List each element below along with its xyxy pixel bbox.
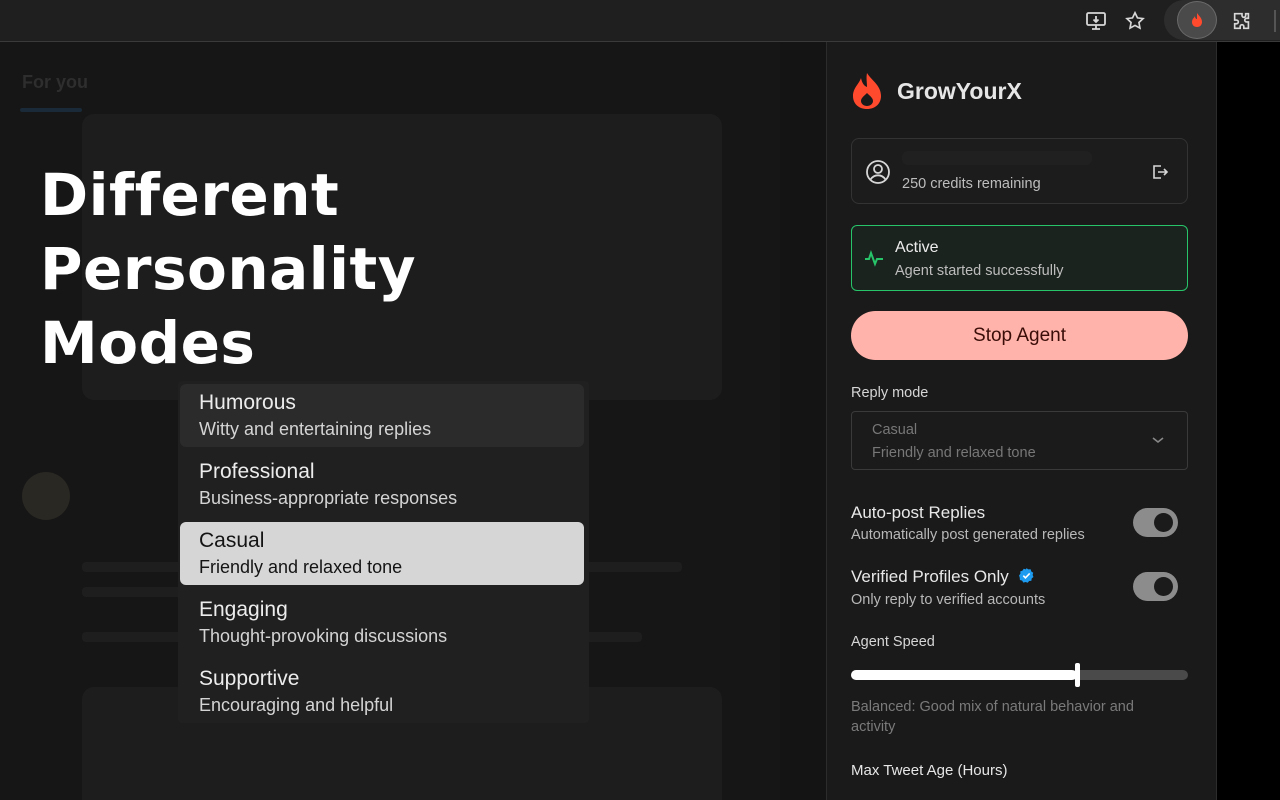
feed-tab-underline [20,108,82,112]
feed-tab-for-you[interactable]: For you [22,72,88,93]
promo-headline-line1: Different Personality [40,161,417,303]
reply-mode-selected-description: Friendly and relaxed tone [872,445,1036,461]
reply-mode-dropdown-menu: Humorous Witty and entertaining replies … [178,381,589,723]
user-avatar-icon [866,160,890,184]
background-right-column [780,42,826,800]
verified-badge-icon [1018,568,1033,583]
reply-mode-select[interactable]: Casual Friendly and relaxed tone [851,411,1188,470]
toolbar-divider [1274,10,1276,32]
feed-avatar [22,472,70,520]
menu-option-title: Humorous [199,391,296,414]
max-tweet-age-label: Max Tweet Age (Hours) [851,762,1008,779]
brand-header: GrowYourX [851,72,1022,110]
promo-headline-line2: Modes [40,309,256,377]
stop-agent-button[interactable]: Stop Agent [851,311,1188,360]
auto-post-description: Automatically post generated replies [851,527,1085,543]
menu-option-description: Thought-provoking discussions [199,626,448,646]
browser-right-edge [1217,42,1280,800]
agent-speed-slider[interactable] [851,663,1188,687]
auto-post-title: Auto-post Replies [851,503,986,522]
menu-option-title: Engaging [199,598,288,621]
install-app-icon[interactable] [1082,7,1110,35]
toggle-knob [1154,513,1173,532]
menu-option-description: Encouraging and helpful [199,695,394,715]
reply-mode-selected-title: Casual [872,422,918,438]
activity-pulse-icon [865,249,883,267]
menu-option-title: Professional [199,460,315,483]
logout-icon[interactable] [1151,163,1169,181]
slider-fill [851,670,1077,680]
growyourx-extension-icon[interactable] [1177,1,1217,39]
growyourx-side-panel: GrowYourX 250 credits remaining Active A… [826,42,1217,800]
menu-option-professional[interactable]: Professional Business-appropriate respon… [180,453,584,516]
promo-headline: Different Personality Modes [40,158,680,380]
flame-logo-icon [853,73,881,109]
menu-option-description: Business-appropriate responses [199,488,458,508]
agent-status-card: Active Agent started successfully [851,225,1188,291]
menu-option-title: Casual [199,529,265,552]
menu-option-description: Friendly and relaxed tone [199,557,403,577]
account-card: 250 credits remaining [851,138,1188,204]
menu-option-supportive[interactable]: Supportive Encouraging and helpful [180,660,584,723]
agent-speed-description: Balanced: Good mix of natural behavior a… [851,699,1134,735]
toggle-knob [1154,577,1173,596]
auto-post-toggle[interactable] [1133,508,1178,537]
menu-option-title: Supportive [199,667,300,690]
bookmark-star-icon[interactable] [1121,7,1149,35]
menu-option-engaging[interactable]: Engaging Thought-provoking discussions [180,591,584,654]
credits-remaining: 250 credits remaining [902,176,1041,192]
menu-option-description: Witty and entertaining replies [199,419,432,439]
verified-only-title-text: Verified Profiles Only [851,567,1009,586]
verified-only-toggle[interactable] [1133,572,1178,601]
chevron-down-icon [1152,437,1164,444]
brand-name: GrowYourX [897,77,1022,104]
slider-thumb[interactable] [1074,663,1080,687]
verified-only-description: Only reply to verified accounts [851,592,1046,608]
status-title: Active [895,239,939,256]
menu-option-humorous[interactable]: Humorous Witty and entertaining replies [180,384,584,447]
verified-only-title: Verified Profiles Only [851,567,1035,587]
account-name-blurred [902,151,1092,165]
browser-toolbar [0,0,1280,42]
extensions-puzzle-icon[interactable] [1228,7,1256,35]
reply-mode-label: Reply mode [851,385,929,401]
status-subtitle: Agent started successfully [895,263,1064,279]
agent-speed-label: Agent Speed [851,634,935,650]
menu-option-casual[interactable]: Casual Friendly and relaxed tone [180,522,584,585]
